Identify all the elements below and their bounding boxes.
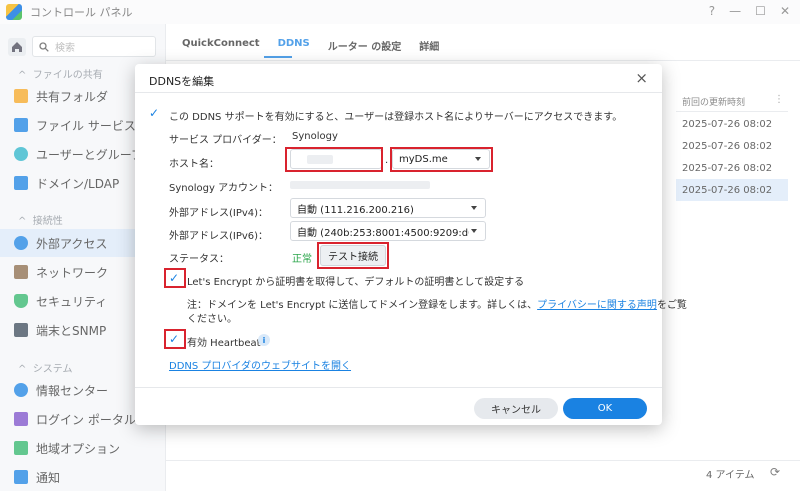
highlight-letsencrypt-checkbox	[164, 268, 186, 288]
highlight-heartbeat-checkbox	[164, 329, 186, 349]
ipv6-label: 外部アドレス(IPv6)：	[169, 231, 269, 242]
hostname-dot: .	[385, 155, 389, 166]
account-redacted	[290, 181, 430, 189]
maximize-button[interactable]: ☐	[755, 4, 766, 18]
cancel-button[interactable]: キャンセル	[474, 398, 558, 419]
ddns-provider-website-link[interactable]: DDNS プロバイダのウェブサイトを開く	[169, 357, 351, 372]
highlight-test-button	[317, 242, 389, 269]
provider-label: サービス プロバイダー：	[169, 135, 282, 146]
provider-value: Synology	[292, 131, 338, 142]
close-window-button[interactable]: ✕	[780, 4, 790, 18]
help-button[interactable]: ?	[709, 4, 715, 18]
dialog-footer-divider	[135, 387, 662, 388]
minimize-button[interactable]: —	[729, 4, 741, 18]
dialog-title-divider	[135, 92, 662, 93]
privacy-statement-link[interactable]: プライバシーに関する声明	[537, 300, 657, 311]
status-label: ステータス：	[169, 254, 229, 265]
close-icon[interactable]: ×	[635, 69, 648, 87]
title-bar: コントロール パネル ? — ☐ ✕	[0, 0, 800, 24]
note-text-line2: ください。	[187, 314, 237, 325]
ipv4-label: 外部アドレス(IPv4)：	[169, 208, 269, 219]
hostname-label: ホスト名：	[169, 159, 219, 170]
enable-ddns-label: この DDNS サポートを有効にすると、ユーザーは登録ホスト名によりサーバーにア…	[169, 112, 623, 123]
info-icon[interactable]: i	[258, 334, 270, 346]
highlight-hostname	[285, 147, 383, 172]
ipv6-select[interactable]: 自動 (240b:253:8001:4500:9209:d0	[290, 221, 486, 241]
dialog-title: DDNSを編集	[149, 75, 215, 88]
chevron-down-icon	[471, 206, 477, 210]
ok-button[interactable]: OK	[563, 398, 647, 419]
note-text: 注：ドメインを Let's Encrypt に送信してドメイン登録をします。詳し…	[187, 300, 687, 311]
ddns-edit-dialog: DDNSを編集 × ✓ この DDNS サポートを有効にすると、ユーザーは登録ホ…	[135, 64, 687, 425]
account-label: Synology アカウント：	[169, 183, 279, 194]
highlight-domain	[390, 147, 493, 172]
ipv4-select[interactable]: 自動 (111.216.200.216)	[290, 198, 486, 218]
enable-ddns-checkbox[interactable]: ✓	[149, 106, 159, 120]
chevron-down-icon	[471, 229, 477, 233]
letsencrypt-label: Let's Encrypt から証明書を取得して、デフォルトの証明書として設定す…	[187, 277, 525, 288]
control-panel-icon	[6, 4, 22, 20]
heartbeat-label: 有効 Heartbeat	[187, 338, 261, 349]
status-value: 正常	[292, 254, 312, 265]
window-title: コントロール パネル	[30, 6, 133, 19]
window-controls: ? — ☐ ✕	[709, 4, 790, 18]
